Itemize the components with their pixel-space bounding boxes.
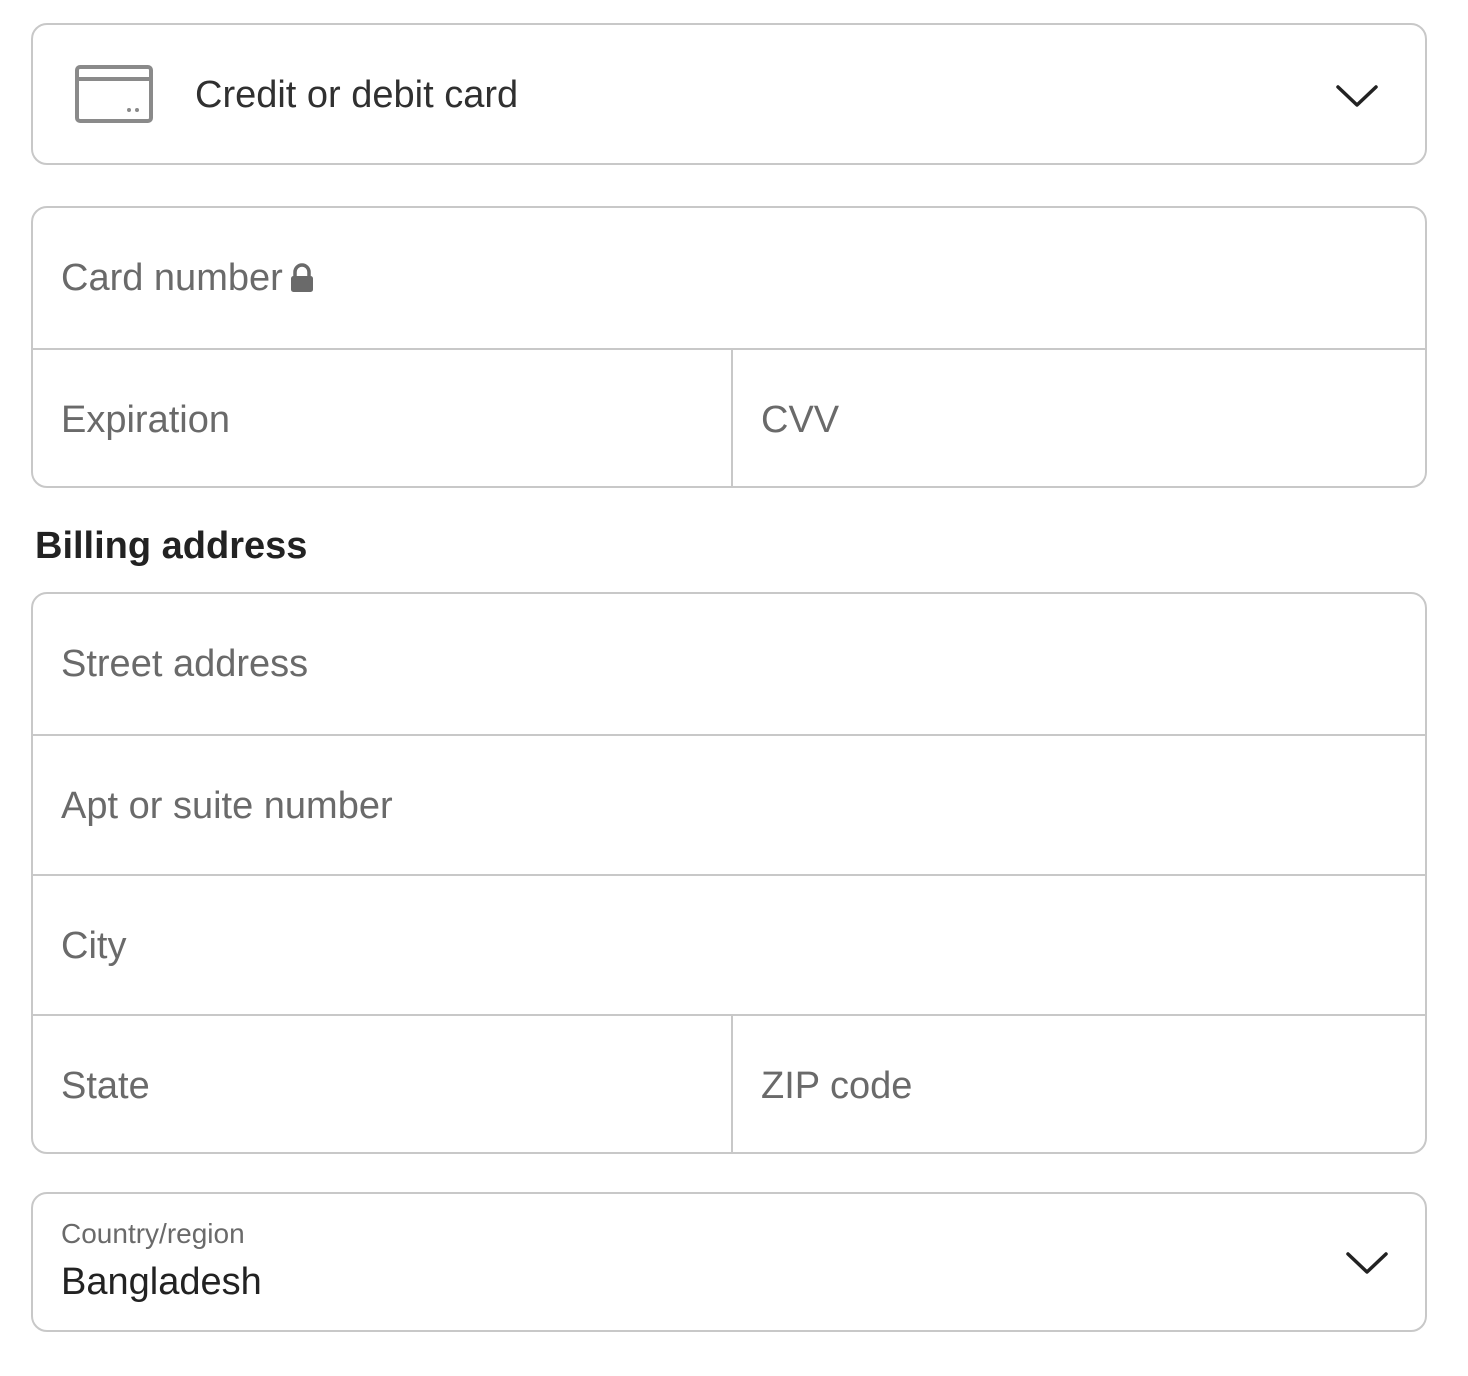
state-placeholder: State	[61, 1065, 150, 1107]
country-region-select[interactable]: Country/region Bangladesh	[31, 1192, 1427, 1332]
apt-suite-field[interactable]: Apt or suite number	[33, 736, 1425, 876]
card-details-group: Card number Expiration CVV	[31, 206, 1427, 488]
expiration-cvv-row: Expiration CVV	[33, 348, 1425, 486]
apt-suite-placeholder: Apt or suite number	[61, 785, 393, 827]
expiration-field[interactable]: Expiration	[33, 350, 733, 486]
city-placeholder: City	[61, 925, 127, 967]
street-address-field[interactable]: Street address	[33, 594, 1425, 734]
state-zip-row: State ZIP code	[33, 1014, 1425, 1152]
city-field[interactable]: City	[33, 876, 1425, 1016]
card-number-field[interactable]: Card number	[33, 208, 1425, 348]
credit-card-icon	[75, 65, 153, 123]
billing-address-heading: Billing address	[35, 525, 308, 567]
payment-method-select[interactable]: Credit or debit card	[31, 23, 1427, 165]
apt-row: Apt or suite number	[33, 734, 1425, 876]
state-field[interactable]: State	[33, 1016, 733, 1152]
lock-icon	[290, 263, 313, 292]
street-address-placeholder: Street address	[61, 643, 309, 685]
billing-address-group: Street address Apt or suite number City …	[31, 592, 1427, 1154]
payment-method-label: Credit or debit card	[195, 74, 519, 116]
country-region-label: Country/region	[61, 1218, 245, 1249]
country-region-value: Bangladesh	[61, 1261, 262, 1303]
cvv-field[interactable]: CVV	[733, 350, 1425, 486]
chevron-down-icon[interactable]	[1335, 83, 1379, 109]
street-row: Street address	[33, 594, 1425, 734]
zip-code-field[interactable]: ZIP code	[733, 1016, 1425, 1152]
expiration-placeholder: Expiration	[61, 399, 230, 441]
cvv-placeholder: CVV	[761, 399, 840, 441]
city-row: City	[33, 874, 1425, 1016]
chevron-down-icon[interactable]	[1345, 1250, 1389, 1276]
card-number-row: Card number	[33, 208, 1425, 348]
card-number-placeholder: Card number	[61, 257, 283, 299]
zip-code-placeholder: ZIP code	[761, 1065, 913, 1107]
